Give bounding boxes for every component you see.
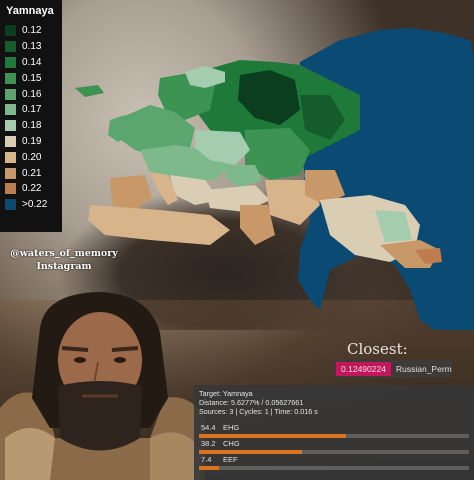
component-value: 38.2 — [201, 439, 216, 448]
legend-swatch — [5, 167, 16, 179]
legend-swatch — [5, 183, 16, 195]
portrait-illustration — [0, 292, 205, 480]
legend-label: 0.13 — [22, 41, 42, 53]
legend-swatch — [5, 151, 16, 163]
legend-item: 0.22 — [0, 181, 62, 197]
legend-swatch — [5, 120, 16, 132]
legend-label: 0.17 — [22, 104, 42, 116]
legend-label: 0.18 — [22, 120, 42, 132]
legend-label: 0.22 — [22, 183, 42, 195]
legend-item: 0.18 — [0, 118, 62, 134]
legend-swatch — [5, 56, 16, 68]
legend-item: 0.21 — [0, 165, 62, 181]
component-name: EHG — [223, 423, 240, 432]
legend-swatch — [5, 41, 16, 53]
legend-label: 0.14 — [22, 56, 42, 68]
closest-title: Closest: — [347, 340, 408, 358]
panel-distance: Distance: 5.6277% / 0.05627661 — [199, 398, 304, 407]
legend-item: 0.15 — [0, 70, 62, 86]
legend-swatch — [5, 25, 16, 37]
component-value: 7.4 — [201, 455, 212, 464]
legend-title: Yamnaya — [6, 5, 54, 17]
legend-item: 0.17 — [0, 102, 62, 118]
legend-item: >0.22 — [0, 197, 62, 213]
map-legend: Yamnaya 0.12 0.13 0.14 0.15 0.16 0.17 0.… — [0, 0, 62, 232]
legend-item: 0.20 — [0, 149, 62, 165]
credit: @waters_of_memory Instagram — [4, 247, 124, 273]
credit-platform: Instagram — [36, 261, 92, 272]
map-region-caucasus — [225, 165, 262, 188]
eurasia-map — [75, 28, 474, 330]
component-bar-track — [199, 450, 469, 454]
legend-item: 0.13 — [0, 39, 62, 55]
legend-item: 0.14 — [0, 55, 62, 71]
panel-stats: Sources: 3 | Cycles: 1 | Time: 0.016 s — [199, 407, 318, 416]
legend-label: >0.22 — [22, 199, 48, 211]
legend-label: 0.20 — [22, 151, 42, 163]
legend-label: 0.16 — [22, 88, 42, 100]
component-value: 54.4 — [201, 423, 216, 432]
map-region-iceland — [75, 85, 104, 97]
component-name: CHG — [223, 439, 240, 448]
credit-handle: @waters_of_memory — [10, 248, 118, 259]
legend-label: 0.15 — [22, 72, 42, 84]
legend-swatch — [5, 135, 16, 147]
closest-distance: 0.12490224 — [336, 362, 391, 376]
component-bar-track — [199, 466, 469, 470]
legend-item: 0.16 — [0, 86, 62, 102]
closest-population: Russian_Perm — [396, 364, 452, 374]
legend-swatch — [5, 88, 16, 100]
component-bar-track — [199, 434, 469, 438]
legend-swatch — [5, 72, 16, 84]
legend-label: 0.19 — [22, 135, 42, 147]
admixture-panel: Target: Yamnaya Distance: 5.6277% / 0.05… — [194, 385, 474, 480]
map-region-north-africa — [88, 205, 230, 245]
legend-label: 0.21 — [22, 167, 42, 179]
component-bar — [199, 434, 346, 438]
map-region-iberia — [110, 175, 152, 210]
legend-swatch — [5, 104, 16, 116]
legend-label: 0.12 — [22, 25, 42, 37]
component-bar — [199, 450, 303, 454]
legend-item: 0.19 — [0, 134, 62, 150]
component-name: EEF — [223, 455, 238, 464]
component-bar — [199, 466, 219, 470]
legend-swatch — [5, 199, 16, 211]
legend-item: 0.12 — [0, 23, 62, 39]
closest-row: 0.12490224 Russian_Perm — [334, 360, 452, 378]
panel-target: Target: Yamnaya — [199, 389, 253, 398]
